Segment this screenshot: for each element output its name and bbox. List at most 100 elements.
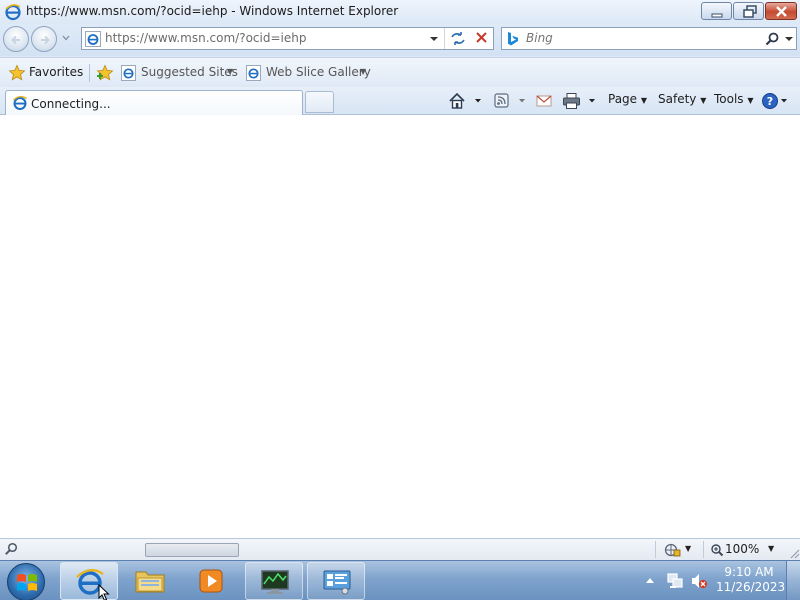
taskbar-control-panel[interactable] bbox=[307, 562, 365, 600]
search-dropdown-icon[interactable] bbox=[784, 34, 794, 44]
status-separator bbox=[655, 541, 656, 558]
mouse-cursor-icon bbox=[98, 584, 110, 600]
protected-mode-icon[interactable] bbox=[663, 542, 683, 558]
zoom-magnifier-icon bbox=[711, 544, 724, 557]
volume-muted-icon[interactable] bbox=[690, 572, 708, 590]
search-box bbox=[501, 27, 797, 50]
compatibility-refresh-icon bbox=[451, 32, 465, 45]
address-input[interactable] bbox=[105, 31, 405, 45]
close-button[interactable] bbox=[765, 2, 797, 20]
back-arrow-icon bbox=[11, 35, 20, 45]
address-bar bbox=[81, 27, 494, 50]
minimize-button[interactable] bbox=[701, 2, 732, 20]
chevron-down-icon[interactable]: ▼ bbox=[685, 544, 691, 553]
restore-button[interactable] bbox=[733, 2, 764, 20]
favorites-bar: Favorites Suggested Sites ▼ Web Slice Ga… bbox=[0, 57, 800, 87]
search-button[interactable] bbox=[764, 31, 780, 47]
status-separator bbox=[703, 541, 704, 558]
mail-envelope-icon bbox=[536, 95, 552, 107]
close-icon bbox=[776, 6, 787, 17]
search-input[interactable] bbox=[526, 31, 746, 45]
start-button[interactable] bbox=[7, 563, 45, 600]
address-dropdown-icon[interactable] bbox=[429, 34, 439, 44]
back-button[interactable] bbox=[3, 26, 29, 52]
recent-pages-dropdown-icon[interactable] bbox=[61, 33, 71, 43]
zoom-level-text: 100% bbox=[725, 542, 760, 556]
search-icon bbox=[765, 32, 779, 46]
rss-feed-icon bbox=[494, 93, 525, 108]
page-ie-icon bbox=[246, 65, 261, 81]
tools-menu-label: Tools bbox=[714, 92, 744, 106]
chevron-down-icon: ▼ bbox=[640, 96, 648, 105]
tab-current[interactable]: Connecting... bbox=[5, 90, 303, 116]
home-icon bbox=[449, 92, 481, 109]
restore-icon bbox=[743, 5, 757, 18]
safety-menu[interactable]: Safety ▼ bbox=[658, 92, 706, 110]
safety-menu-label: Safety bbox=[658, 92, 697, 106]
feeds-button[interactable] bbox=[493, 92, 529, 110]
show-hidden-icons-icon[interactable] bbox=[645, 576, 655, 584]
window-title: https://www.msn.com/?ocid=iehp - Windows… bbox=[26, 4, 399, 18]
clock-time: 9:10 AM bbox=[724, 565, 774, 579]
new-tab-button[interactable] bbox=[305, 91, 334, 113]
loading-progress-bar bbox=[145, 543, 239, 557]
taskbar-windows-explorer[interactable] bbox=[121, 562, 179, 600]
web-slice-gallery-link[interactable]: Web Slice Gallery ▼ bbox=[246, 64, 371, 82]
svg-text:?: ? bbox=[767, 95, 773, 108]
refresh-button[interactable] bbox=[447, 30, 469, 47]
media-player-icon bbox=[199, 569, 223, 593]
network-icon[interactable] bbox=[666, 572, 684, 590]
control-panel-icon bbox=[323, 570, 351, 595]
clock-date: 11/26/2023 bbox=[716, 580, 786, 594]
magnifier-icon bbox=[5, 542, 18, 555]
stop-button[interactable] bbox=[471, 30, 493, 47]
favorites-separator bbox=[89, 64, 90, 82]
chevron-down-icon: ▼ bbox=[227, 67, 234, 76]
help-button[interactable]: ? bbox=[762, 92, 792, 110]
resize-grip-icon[interactable] bbox=[788, 547, 800, 559]
address-separator bbox=[444, 28, 445, 49]
bing-logo-icon bbox=[508, 32, 518, 46]
home-button[interactable] bbox=[448, 92, 484, 110]
forward-button[interactable] bbox=[31, 26, 57, 52]
print-button[interactable] bbox=[562, 92, 598, 110]
system-clock[interactable]: 9:10 AM 11/26/2023 bbox=[716, 565, 786, 595]
favorites-star-icon bbox=[8, 64, 26, 81]
tab-bar: Connecting... Page ▼ Safety ▼ Tools ▼ ? bbox=[0, 87, 800, 116]
forward-arrow-icon bbox=[41, 35, 50, 45]
taskbar-resource-monitor[interactable] bbox=[245, 562, 303, 600]
web-slice-gallery-label: Web Slice Gallery bbox=[266, 65, 371, 79]
navigation-bar bbox=[0, 24, 800, 56]
tools-menu[interactable]: Tools ▼ bbox=[714, 92, 754, 110]
page-ie-icon bbox=[85, 31, 101, 50]
ie-logo-icon bbox=[4, 3, 22, 24]
taskbar-media-player[interactable] bbox=[183, 562, 241, 600]
zoom-control[interactable]: 100% bbox=[710, 542, 760, 558]
favorites-button[interactable]: Favorites bbox=[8, 64, 84, 82]
page-menu[interactable]: Page ▼ bbox=[608, 92, 647, 110]
chevron-down-icon: ▼ bbox=[360, 67, 367, 76]
page-ie-icon bbox=[121, 65, 136, 81]
stop-x-icon bbox=[476, 32, 487, 43]
chevron-down-icon[interactable]: ▼ bbox=[768, 544, 774, 553]
page-menu-label: Page bbox=[608, 92, 638, 106]
monitor-icon bbox=[261, 570, 289, 594]
title-bar: https://www.msn.com/?ocid=iehp - Windows… bbox=[0, 0, 800, 24]
chevron-down-icon: ▼ bbox=[747, 96, 754, 105]
folder-icon bbox=[135, 571, 165, 593]
read-mail-button[interactable] bbox=[535, 92, 553, 110]
page-content-area[interactable] bbox=[0, 115, 800, 538]
status-bar: ▼ 100% ▼ bbox=[0, 538, 800, 560]
tab-title: Connecting... bbox=[31, 97, 111, 111]
help-question-icon: ? bbox=[762, 93, 787, 109]
printer-icon bbox=[563, 93, 595, 109]
minimize-icon bbox=[711, 13, 723, 18]
suggested-sites-label: Suggested Sites bbox=[141, 65, 238, 79]
favorites-label: Favorites bbox=[29, 65, 84, 79]
add-to-favorites-bar-button[interactable] bbox=[96, 64, 114, 82]
suggested-sites-link[interactable]: Suggested Sites ▼ bbox=[121, 64, 239, 82]
show-desktop-button[interactable] bbox=[786, 561, 800, 600]
ie-tab-icon bbox=[13, 95, 27, 110]
windows-logo-icon bbox=[17, 574, 37, 591]
add-favorite-star-icon bbox=[96, 64, 114, 81]
